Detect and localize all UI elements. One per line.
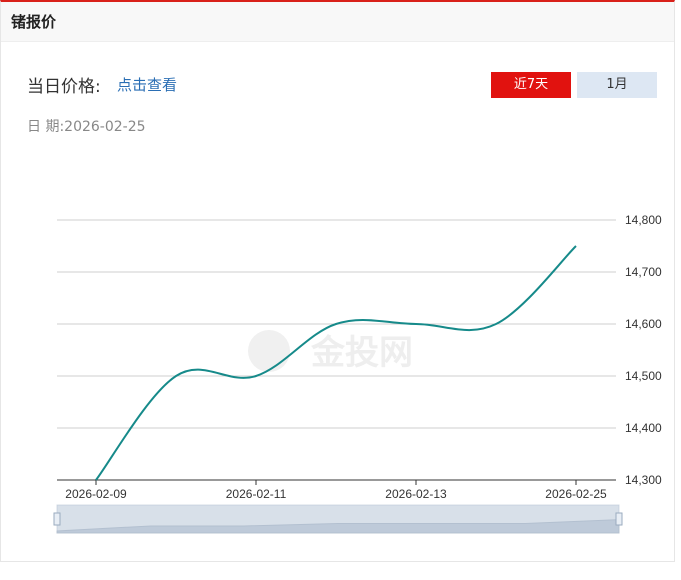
range-7-days-button[interactable]: 近7天 [491,72,571,98]
x-tick-label: 2026-02-13 [385,487,447,501]
x-tick-label: 2026-02-09 [65,487,127,501]
price-panel: 锗报价 当日价格: 点击查看 日 期:2026-02-25 近7天 1月 金投网… [0,0,675,562]
y-tick-label: 14,500 [625,369,662,383]
y-tick-label: 14,600 [625,317,662,331]
zoom-handle-left[interactable] [53,512,61,526]
panel-header: 锗报价 [1,2,674,42]
data-zoom-slider[interactable] [53,504,623,534]
y-tick-label: 14,300 [625,473,662,487]
panel-title: 锗报价 [11,13,57,31]
watermark-text: 金投网 [310,333,413,373]
price-line-chart: 金投网 14,300 14,400 14,500 14,600 14,700 14,800… [53,213,662,534]
date-line: 日 期:2026-02-25 [27,116,146,136]
x-tick-label: 2026-02-25 [545,487,607,501]
date-value: 2026-02-25 [64,119,146,135]
y-tick-label: 14,700 [625,265,662,279]
zoom-selection[interactable] [57,505,619,533]
price-label: 当日价格: [27,77,101,97]
zoom-handle-right[interactable] [615,512,623,526]
range-1-month-button[interactable]: 1月 [577,72,657,98]
view-price-link[interactable]: 点击查看 [117,74,177,95]
x-tick-label: 2026-02-11 [226,487,287,501]
y-tick-label: 14,800 [625,213,662,227]
watermark-logo-icon [248,330,290,372]
date-label: 日 期: [27,119,65,135]
y-tick-label: 14,400 [625,421,662,435]
